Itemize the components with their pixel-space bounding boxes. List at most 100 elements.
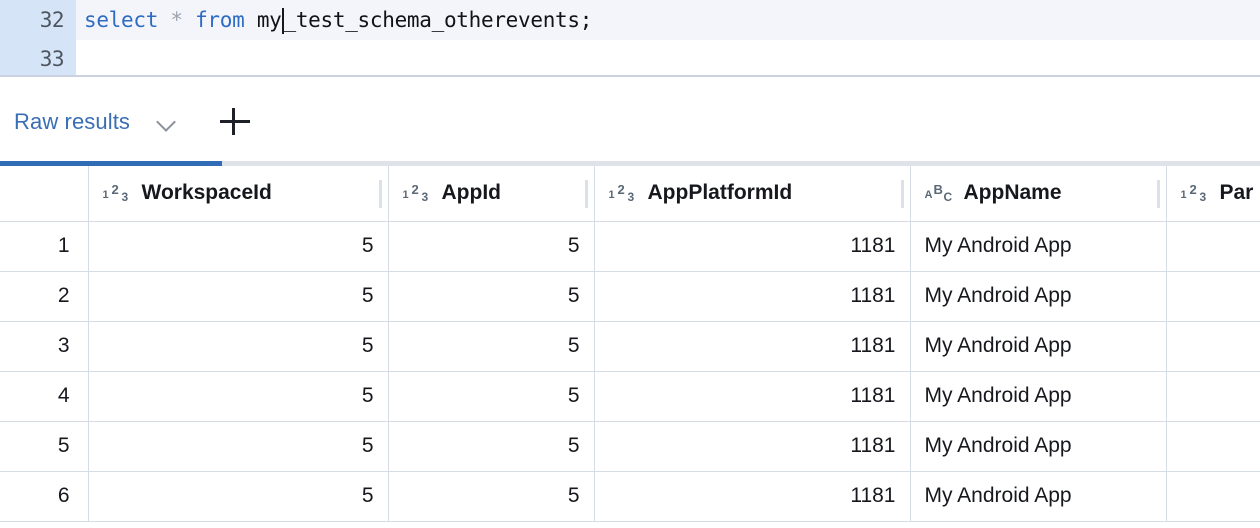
editor-line-number: 33 [39,46,65,71]
column-header-label: AppName [963,181,1062,205]
row-number-header [0,166,89,222]
column-header-inner: 1 2 3 WorkspaceId [103,181,374,205]
column-header-inner: 1 2 3 Par [1181,181,1260,205]
tab-raw-results[interactable]: Raw results [14,77,186,166]
table-cell[interactable]: 1181 [594,221,911,272]
text-caret [281,8,284,34]
type-icon-glyph: 1 [402,189,409,202]
column-header-label: AppId [441,181,501,205]
table-cell[interactable]: My Android App [910,321,1167,372]
table-row[interactable]: 5 5 5 1181 My Android App [0,421,1260,472]
editor-line-number: 32 [39,8,65,32]
sql-editor[interactable]: 32 select * from my _test_schema_othereven… [0,0,1260,77]
results-grid[interactable]: 1 2 3 WorkspaceId 1 2 3 AppId 1 2 3 AppPlatformId A B… [0,166,1260,528]
table-cell[interactable]: 5 [388,221,595,272]
table-cell[interactable]: 1181 [594,471,911,522]
table-cell[interactable]: My Android App [910,421,1167,472]
editor-line-code[interactable]: select * from my _test_schema_otherevents… [76,0,1260,40]
editor-line[interactable]: 32 select * from my _test_schema_othereven… [0,0,1260,40]
table-cell[interactable] [1166,371,1260,422]
table-cell[interactable]: My Android App [910,471,1167,522]
type-icon-glyph: 1 [102,189,109,202]
table-cell[interactable] [1166,221,1260,272]
table-cell[interactable]: 5 [88,271,389,322]
type-icon-glyph: A [924,189,933,202]
column-header-label: Par [1219,181,1254,205]
type-icon-glyph: 3 [627,190,635,205]
table-cell[interactable]: 1181 [594,321,911,372]
code-token: select [84,8,159,32]
column-resize-handle[interactable] [900,180,904,208]
row-number-cell: 6 [0,471,89,522]
table-cell[interactable] [1166,271,1260,322]
column-header-inner: A B C AppName [925,181,1152,205]
table-cell[interactable] [1166,471,1260,522]
type-icon-glyph: 3 [421,190,429,205]
code-token: from [195,8,245,32]
table-header-row: 1 2 3 WorkspaceId 1 2 3 AppId 1 2 3 AppPlatformId A B… [0,166,1260,222]
table-cell[interactable]: My Android App [910,221,1167,272]
column-header-label: WorkspaceId [141,181,272,205]
column-resize-handle[interactable] [1156,180,1160,208]
editor-line[interactable]: 33 [0,40,1260,75]
results-table-head: 1 2 3 WorkspaceId 1 2 3 AppId 1 2 3 AppPlatformId A B… [0,166,1260,222]
table-cell[interactable] [1166,421,1260,472]
column-header-appid[interactable]: 1 2 3 AppId [388,166,595,222]
table-cell[interactable]: 5 [388,271,595,322]
table-row[interactable]: 3 5 5 1181 My Android App [0,321,1260,372]
table-cell[interactable]: 5 [388,371,595,422]
type-icon-glyph: 2 [617,182,625,198]
table-cell[interactable]: 1181 [594,421,911,472]
table-cell[interactable]: My Android App [910,271,1167,322]
column-header-label: AppPlatformId [647,181,793,205]
table-row[interactable]: 4 5 5 1181 My Android App [0,371,1260,422]
type-icon-glyph: 3 [1199,190,1207,205]
type-icon-glyph: 1 [1180,189,1187,202]
table-cell[interactable] [1166,321,1260,372]
row-number-cell: 4 [0,371,89,422]
tab-raw-results-label: Raw results [14,108,131,134]
table-cell[interactable]: 5 [388,321,595,372]
number-type-icon: 123 [103,181,133,205]
sql-results-view: 32 select * from my _test_schema_othereven… [0,0,1260,528]
row-number-cell: 5 [0,421,89,472]
table-cell[interactable]: 1181 [594,371,911,422]
chevron-down-icon[interactable] [156,111,178,133]
table-cell[interactable]: My Android App [910,371,1167,422]
column-header-inner: 1 2 3 AppPlatformId [609,181,896,205]
table-cell[interactable]: 5 [388,471,595,522]
table-cell[interactable]: 5 [88,221,389,272]
table-cell[interactable]: 1181 [594,271,911,322]
table-cell[interactable]: 5 [88,371,389,422]
code-token: _test_schema_otherevents; [283,8,593,32]
code-token: my [256,8,282,32]
row-number-cell: 1 [0,221,89,272]
column-resize-handle[interactable] [584,180,588,208]
table-cell[interactable]: 5 [388,421,595,472]
table-cell[interactable]: 5 [88,321,389,372]
editor-lines[interactable]: 32 select * from my _test_schema_othereven… [0,0,1260,75]
number-type-icon: 123 [1181,181,1211,205]
table-row[interactable]: 2 5 5 1181 My Android App [0,271,1260,322]
column-header-appplatformid[interactable]: 1 2 3 AppPlatformId [594,166,911,222]
table-cell[interactable]: 5 [88,471,389,522]
text-type-icon: ABC [925,181,955,205]
row-number-cell: 3 [0,321,89,372]
results-tab-bar: Raw results [0,77,1260,166]
column-header-workspaceid[interactable]: 1 2 3 WorkspaceId [88,166,389,222]
type-icon-glyph: 2 [1189,182,1197,198]
column-header-par[interactable]: 1 2 3 Par [1166,166,1260,222]
table-row[interactable]: 6 5 5 1181 My Android App [0,471,1260,522]
type-icon-glyph: C [943,190,953,205]
column-header-appname[interactable]: A B C AppName [910,166,1167,222]
type-icon-glyph: B [933,182,943,198]
editor-line-code[interactable] [76,40,1260,75]
table-cell[interactable]: 5 [88,421,389,472]
type-icon-glyph: 2 [111,182,119,198]
column-resize-handle[interactable] [378,180,382,208]
table-row[interactable]: 1 5 5 1181 My Android App [0,221,1260,272]
plus-icon[interactable] [218,105,252,139]
row-number-cell: 2 [0,271,89,322]
results-table-body: 1 5 5 1181 My Android App 2 5 5 1181 My Android A… [0,221,1260,522]
